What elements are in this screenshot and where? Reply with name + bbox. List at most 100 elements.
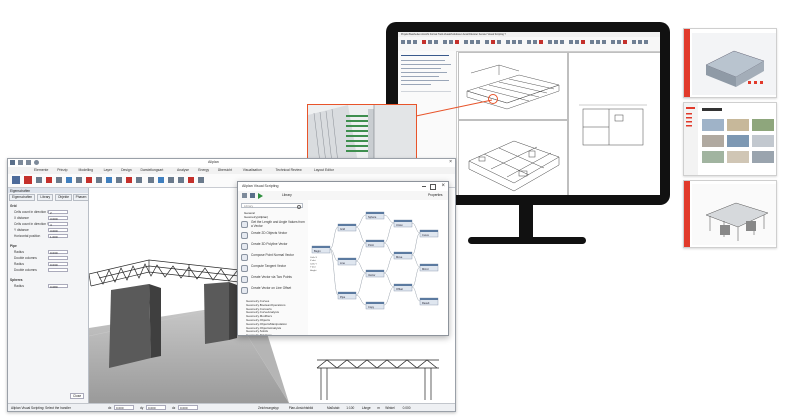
panel-tab[interactable]: Library [37,194,54,201]
ribbon-tab[interactable]: Visualisation [243,168,262,172]
library-tool[interactable]: Library [282,193,292,197]
script-node[interactable]: Move [393,251,413,260]
script-node[interactable]: Copy [365,301,385,310]
ribbon-tab[interactable]: Modelling [79,168,94,172]
coordinate-input[interactable]: 0.000 [146,405,166,410]
library-node-item[interactable]: Create 2D Objects Vector [241,231,305,240]
library-node-item[interactable]: Create Vector on Line Offset [241,286,305,295]
redo-icon[interactable] [26,160,31,165]
mini-toolbar [398,37,660,52]
script-node[interactable]: Pipe [337,291,357,300]
monitor-view-3d-bottom[interactable] [458,120,568,195]
ribbon-tab[interactable]: Elemente [34,168,48,172]
script-node[interactable]: Curve [419,229,439,238]
node-label: Point [368,243,374,247]
maximize-icon[interactable] [430,184,436,190]
close-icon[interactable]: × [449,160,452,165]
minimize-icon[interactable] [422,186,426,187]
panel-tab[interactable]: Objekte [55,194,72,201]
save-icon[interactable] [10,160,15,165]
section-title: Spheres [10,278,23,282]
library-node-item[interactable]: Get the Length and Angle Values from a V… [241,220,305,229]
vs-library-panel: Library General Geometry(Allplan) Get th… [238,200,309,335]
undo-icon[interactable] [18,160,23,165]
panel-tab[interactable]: Eigenschaften [9,194,36,201]
node-link [411,254,421,268]
vs-node-canvas[interactable]: Begin Grid Line Pipe Sphere Point Vector Copy Un… [308,200,448,335]
monitor-view-plan[interactable] [568,52,660,195]
ribbon-tab[interactable]: Layer [104,168,112,172]
library-node-item[interactable]: Create Vector via Two Points [241,275,305,284]
thumb-structure-3d [692,184,776,245]
property-field[interactable]: 4 [48,221,68,227]
gear-icon[interactable] [34,160,39,165]
script-node[interactable]: Offset [393,283,413,292]
properties-tool[interactable]: Properties [428,193,443,197]
script-node[interactable]: Sphere [365,211,385,220]
close-icon[interactable]: × [441,183,445,189]
ribbon-tab[interactable]: Analyse [177,168,189,172]
script-node[interactable]: Begin [311,245,331,254]
property-field[interactable]: 1.000 [48,233,68,239]
node-label: Result [422,301,430,305]
close-button[interactable]: Close [70,393,85,399]
new-icon[interactable] [242,193,247,198]
script-node[interactable]: Line [337,257,357,266]
node-icon [241,243,248,250]
library-node-item[interactable]: Compose Point Normal Vector [241,253,305,262]
property-field[interactable]: 0.080 [48,283,68,289]
thumbnail-structure[interactable] [683,180,777,248]
library-category[interactable]: Geometry.Polylines [246,333,272,335]
property-label: Cells count in direction X [14,210,50,214]
coordinate-input[interactable]: 0.000 [114,405,134,410]
library-item-label: Create Vector on Line Offset [251,286,292,290]
property-label: Radius [14,262,24,266]
script-node[interactable]: Mirror [419,263,439,272]
ribbon-tab[interactable]: Prinzip [57,168,67,172]
coordinate-input[interactable]: 0.000 [178,405,198,410]
property-label: X distance [14,216,29,220]
node-icon [241,276,248,283]
script-node[interactable]: Point [365,239,385,248]
node-label: Begin [314,249,321,253]
search-icon [296,204,301,209]
ribbon-tab[interactable]: Darstellungsart [141,168,164,172]
property-field[interactable]: 3.000 [48,215,68,221]
ribbon-tab[interactable]: Technical Review [276,168,302,172]
status-item: Winkel [385,406,395,410]
property-field[interactable] [48,267,68,272]
ribbon-tab[interactable]: Design [121,168,132,172]
property-field[interactable]: 0.030 [48,261,68,267]
ribbon-tab[interactable]: Energy [198,168,209,172]
node-link [383,254,395,274]
save-icon[interactable] [250,193,255,198]
node-link [411,266,421,288]
thumbnail-web-portal[interactable] [683,102,777,176]
thumbnail-3d-model[interactable] [683,28,777,98]
script-node[interactable]: Union [393,219,413,228]
property-field[interactable] [48,255,68,260]
library-search-input[interactable]: Library [241,203,303,209]
thumb-building-3d [692,33,776,95]
library-node-item[interactable]: Create 3D Polyline Vector [241,242,305,251]
node-label: Move [396,255,403,259]
vs-title: Allplan Visual Scripting [242,184,279,188]
script-node[interactable]: Grid [337,223,357,232]
tree-group[interactable]: Geometry(Allplan) [244,215,268,219]
ribbon-tab[interactable]: Layout Editor [314,168,334,172]
detail-callout [307,104,417,162]
properties-panel: Eigenschaften Eigenschaften Library Objekt… [8,188,104,403]
panel-tab[interactable]: Phasen [72,194,90,201]
ribbon-tab[interactable]: Übersicht [218,168,232,172]
play-icon[interactable] [258,193,263,199]
property-field[interactable]: 0.030 [48,249,68,255]
status-item: 1:100 [346,406,355,410]
property-field[interactable]: 3.000 [48,227,68,233]
library-item-label: Compute Tangent Vector [251,264,287,268]
node-icon [241,232,248,239]
script-node[interactable]: Result [419,297,439,306]
library-node-item[interactable]: Compute Tangent Vector [241,264,305,273]
script-node[interactable]: Vector [365,269,385,278]
property-field[interactable]: 2 [48,209,68,215]
property-label: Y distance [14,228,29,232]
